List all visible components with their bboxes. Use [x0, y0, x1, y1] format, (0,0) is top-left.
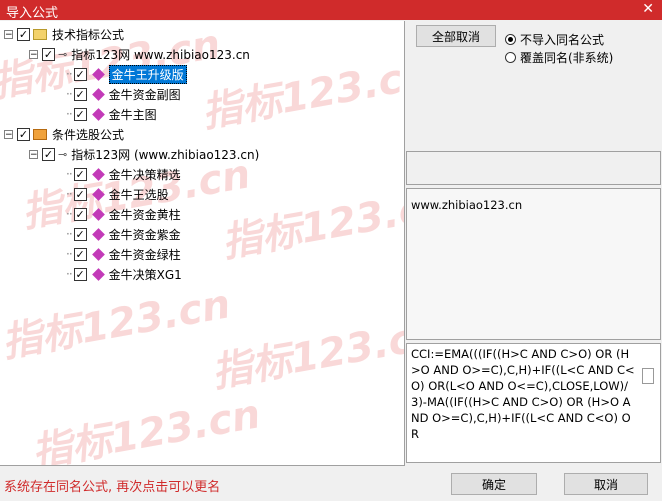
radio-overwrite-label: 覆盖同名(非系统): [520, 51, 614, 65]
tree-node[interactable]: − ✓ 条件选股公式: [4, 125, 124, 143]
description-box: www.zhibiao123.cn: [406, 188, 661, 340]
radio-skip[interactable]: 不导入同名公式: [505, 31, 604, 48]
tree-connector: ··: [66, 167, 73, 181]
watermark: 指标123.cn: [28, 391, 264, 466]
checkbox[interactable]: ✓: [73, 247, 87, 261]
tree-node-label: 指标123网 www.zhibiao123.cn: [71, 47, 250, 62]
formula-gem-icon: [91, 207, 105, 221]
preview-box: [406, 151, 661, 185]
tree-node[interactable]: ·· ✓ 金牛王选股: [66, 185, 169, 203]
formula-gem-icon: [91, 67, 105, 81]
watermark: 指标123.cn: [0, 281, 234, 367]
tree-node[interactable]: − ✓ ⊸ 指标123网 www.zhibiao123.cn: [29, 45, 250, 63]
checkbox[interactable]: ✓: [42, 47, 55, 61]
tree-connector: ··: [66, 187, 73, 201]
tree-node-label: 金牛王升级版: [108, 64, 187, 84]
tree-node[interactable]: ·· ✓ 金牛资金黄柱: [66, 205, 181, 223]
expand-toggle-icon[interactable]: −: [29, 149, 38, 159]
checkbox[interactable]: ✓: [73, 187, 87, 201]
checkbox[interactable]: ✓: [73, 227, 87, 241]
checkbox[interactable]: ✓: [73, 167, 87, 181]
status-message: 系统存在同名公式, 再次点击可以更名: [4, 480, 221, 495]
checkbox[interactable]: ✓: [42, 147, 55, 161]
cancel-all-button[interactable]: 全部取消: [416, 25, 496, 47]
key-icon: ⊸: [58, 47, 68, 61]
formula-gem-icon: [91, 167, 105, 181]
formula-tree[interactable]: 指标123.cn 指标123.cn 指标123.cn 指标123.cn 指标12…: [0, 21, 405, 466]
tree-connector: ··: [66, 247, 73, 261]
radio-skip-icon[interactable]: [505, 34, 516, 45]
tree-connector: ··: [66, 207, 73, 221]
code-box[interactable]: CCI:=EMA(((IF((H>C AND C>O) OR (H>O AND …: [406, 343, 661, 463]
tree-node-label: 金牛资金黄柱: [108, 207, 181, 222]
tree-connector: ··: [66, 227, 73, 241]
window-title: 导入公式: [6, 6, 59, 21]
expand-toggle-icon[interactable]: −: [4, 29, 13, 39]
formula-gem-icon: [91, 227, 105, 241]
checkbox[interactable]: ✓: [17, 127, 30, 141]
tree-node[interactable]: ·· ✓ 金牛王升级版: [66, 64, 187, 84]
watermark: 指标123.cn: [218, 181, 405, 267]
tree-node[interactable]: − ✓ 技术指标公式: [4, 25, 124, 43]
tree-node[interactable]: ·· ✓ 金牛决策XG1: [66, 265, 182, 283]
checkbox[interactable]: ✓: [17, 27, 30, 41]
cancel-button[interactable]: 取消: [564, 473, 648, 495]
formula-gem-icon: [91, 87, 105, 101]
tree-node-label: 条件选股公式: [52, 127, 125, 142]
expand-toggle-icon[interactable]: −: [29, 49, 38, 59]
tree-node-label: 金牛资金副图: [108, 87, 181, 102]
formula-gem-icon: [91, 107, 105, 121]
description-text: www.zhibiao123.cn: [411, 198, 523, 212]
radio-skip-label: 不导入同名公式: [520, 33, 605, 47]
tree-node[interactable]: ·· ✓ 金牛决策精选: [66, 165, 181, 183]
tree-node-label: 金牛决策精选: [108, 167, 181, 182]
tree-node-label: 金牛主图: [108, 107, 157, 122]
tree-node-label: 金牛王选股: [108, 187, 169, 202]
close-icon[interactable]: ✕: [642, 1, 654, 17]
tree-node[interactable]: − ✓ ⊸ 指标123网 (www.zhibiao123.cn): [29, 145, 259, 163]
ok-button[interactable]: 确定: [451, 473, 537, 495]
checkbox[interactable]: ✓: [73, 107, 87, 121]
checkbox[interactable]: ✓: [73, 267, 87, 281]
formula-gem-icon: [91, 187, 105, 201]
tree-node-label: 金牛资金绿柱: [108, 247, 181, 262]
tree-connector: ··: [66, 267, 73, 281]
tree-node-label: 金牛资金紫金: [108, 227, 181, 242]
tree-node-label: 技术指标公式: [52, 27, 125, 42]
checkbox[interactable]: ✓: [73, 87, 87, 101]
tree-node[interactable]: ·· ✓ 金牛资金绿柱: [66, 245, 181, 263]
code-text: CCI:=EMA(((IF((H>C AND C>O) OR (H>O AND …: [411, 347, 635, 441]
folder-icon: [33, 28, 47, 40]
expand-toggle-icon[interactable]: −: [4, 129, 13, 139]
checkbox[interactable]: ✓: [73, 207, 87, 221]
checkbox[interactable]: ✓: [73, 67, 87, 81]
scrollbar-thumb[interactable]: [642, 368, 654, 384]
radio-overwrite[interactable]: 覆盖同名(非系统): [505, 49, 613, 66]
key-icon: ⊸: [58, 147, 68, 161]
tree-node[interactable]: ·· ✓ 金牛主图: [66, 105, 157, 123]
title-bar: 导入公式 ✕: [0, 0, 662, 21]
watermark: 指标123.cn: [208, 311, 405, 397]
formula-gem-icon: [91, 267, 105, 281]
tree-connector: ··: [66, 67, 73, 81]
tree-node-label: 指标123网 (www.zhibiao123.cn): [71, 147, 260, 162]
tree-node-label: 金牛决策XG1: [108, 267, 182, 282]
options-panel: 全部取消 不导入同名公式 覆盖同名(非系统) www.zhibiao123.cn…: [405, 21, 662, 465]
tree-connector: ··: [66, 87, 73, 101]
folder-icon: [33, 128, 47, 140]
formula-gem-icon: [91, 247, 105, 261]
tree-connector: ··: [66, 107, 73, 121]
tree-node[interactable]: ·· ✓ 金牛资金紫金: [66, 225, 181, 243]
radio-overwrite-icon[interactable]: [505, 52, 516, 63]
tree-node[interactable]: ·· ✓ 金牛资金副图: [66, 85, 181, 103]
